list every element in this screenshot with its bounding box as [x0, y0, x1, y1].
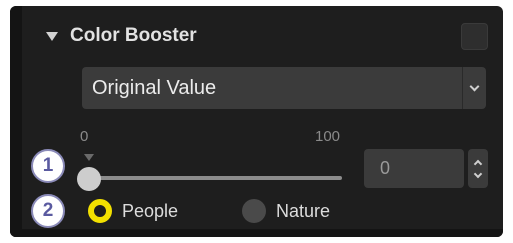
radio-label-nature: Nature	[276, 200, 331, 221]
slider-thumb[interactable]	[77, 167, 101, 191]
radio-option-people[interactable]: People	[88, 197, 178, 225]
preset-dropdown[interactable]: Original Value	[82, 67, 486, 109]
dropdown-selected-value: Original Value	[92, 76, 217, 99]
spinner-down-icon[interactable]	[473, 169, 483, 178]
section-header-toggle[interactable]: Color Booster	[46, 24, 197, 48]
callout-badge-1: 1	[31, 149, 65, 183]
spinner-up-icon[interactable]	[473, 159, 483, 168]
slider-max-label: 100	[315, 128, 341, 145]
value-spinner[interactable]	[468, 149, 488, 188]
color-booster-panel: Color Booster Original Value 0 100 0 Peo…	[10, 6, 503, 237]
chevron-down-icon	[469, 81, 480, 91]
radio-unselected-icon[interactable]	[242, 199, 266, 223]
section-title: Color Booster	[70, 25, 197, 46]
collapse-arrow-icon[interactable]	[46, 31, 58, 41]
slider-min-marker-icon	[84, 154, 94, 161]
panel-bottom-strip	[10, 229, 503, 237]
enable-checkbox[interactable]	[461, 23, 488, 50]
value-input[interactable]: 0	[364, 149, 464, 188]
radio-selected-icon[interactable]	[88, 199, 112, 223]
dropdown-arrow-button[interactable]	[462, 67, 486, 109]
radio-label-people: People	[122, 200, 179, 221]
panel-left-strip	[10, 6, 22, 237]
radio-option-nature[interactable]: Nature	[242, 197, 330, 225]
slider-track[interactable]	[89, 176, 342, 180]
callout-badge-2: 2	[31, 194, 65, 228]
slider-min-label: 0	[80, 128, 89, 145]
